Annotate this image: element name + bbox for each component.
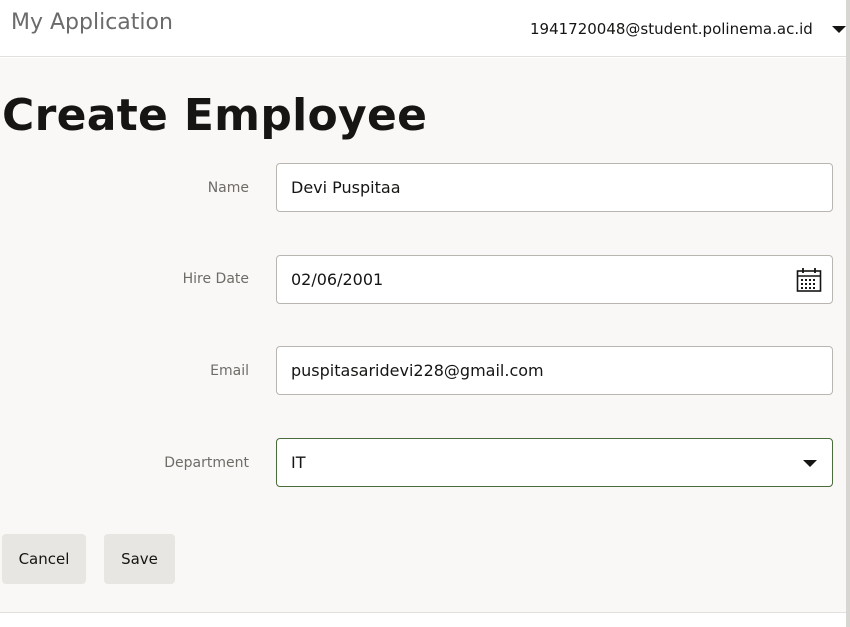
hire-date-label: Hire Date [182, 271, 249, 287]
window-edge [846, 0, 850, 627]
hire-date-field[interactable] [276, 255, 833, 304]
footer-divider [0, 612, 846, 613]
name-label: Name [207, 180, 249, 196]
user-email[interactable]: 1941720048@student.polinema.ac.id [530, 20, 813, 38]
name-input[interactable] [291, 178, 832, 197]
email-label: Email [210, 363, 249, 379]
page-title: Create Employee [2, 90, 428, 141]
department-selected-value[interactable]: IT [291, 453, 832, 472]
save-button[interactable]: Save [104, 534, 175, 584]
hire-date-input[interactable] [291, 270, 832, 289]
user-menu[interactable]: 1941720048@student.polinema.ac.id [522, 12, 846, 46]
department-select[interactable]: IT [276, 438, 833, 487]
email-field[interactable] [276, 346, 833, 395]
chevron-down-icon[interactable] [831, 25, 846, 33]
department-label: Department [164, 455, 249, 471]
cancel-button[interactable]: Cancel [2, 534, 86, 584]
chevron-down-icon[interactable] [803, 460, 817, 467]
calendar-icon[interactable] [796, 267, 822, 293]
top-header-bar: My Application 1941720048@student.poline… [0, 0, 850, 57]
main-content: Create Employee Name Hire Date Email Dep… [0, 58, 846, 612]
name-field[interactable] [276, 163, 833, 212]
app-title: My Application [11, 10, 173, 35]
email-input[interactable] [291, 361, 832, 380]
